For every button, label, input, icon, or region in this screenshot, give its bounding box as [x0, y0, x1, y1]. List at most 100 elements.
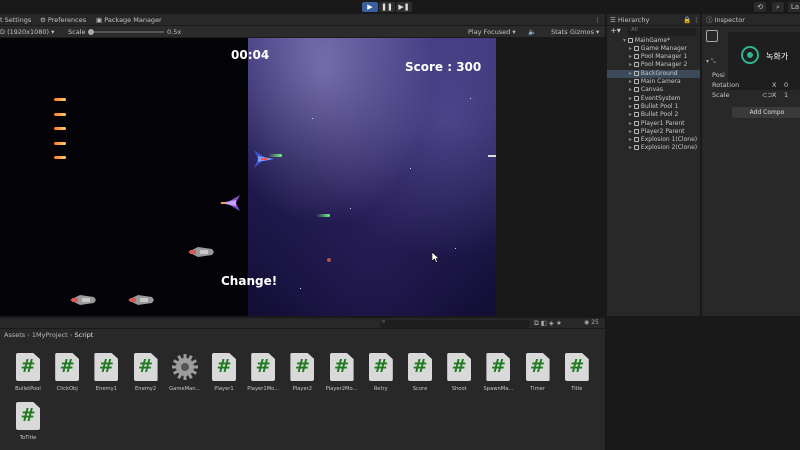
project-panel: ⌕ ⧉ ◧ ◈ ★ ◉ 25 Assets › 1MyProject › Scr… [0, 318, 605, 450]
rotation-x-field[interactable]: 0 [784, 81, 788, 89]
asset-item[interactable]: # ToTitle [10, 402, 46, 450]
asset-item[interactable]: # Player1Mo... [245, 353, 281, 405]
scale-label: Scale [712, 91, 730, 99]
asset-item[interactable]: # Shoot [441, 353, 477, 405]
csharp-script-icon: # [329, 353, 354, 381]
breadcrumb-myproject[interactable]: 1MyProject [32, 331, 68, 339]
asset-label: Enemy1 [95, 386, 117, 392]
breadcrumb-script[interactable]: Script [75, 331, 94, 339]
asset-item[interactable]: # Enemy2 [128, 353, 164, 405]
hierarchy-panel: ☰ Hierarchy 🔒 ⋮ +▾ All ▾ MainGame* ▸ Game… [607, 14, 700, 316]
asset-label: Title [571, 386, 583, 392]
asset-item[interactable]: # Player1 [206, 353, 242, 405]
hash-glyph: # [59, 356, 75, 377]
asset-item[interactable]: # Player2Mo... [324, 353, 360, 405]
hierarchy-item[interactable]: ▸ BackGround [607, 69, 700, 78]
project-search-input[interactable]: ⌕ [380, 318, 530, 328]
asset-item[interactable]: # Player2 [284, 353, 320, 405]
asset-item[interactable]: # BulletPool [10, 353, 46, 405]
breadcrumb-assets[interactable]: Assets [4, 331, 25, 339]
hierarchy-item[interactable]: ▸ Pool Manager 1 [607, 53, 700, 61]
asset-label: Player2 [292, 386, 313, 392]
csharp-script-icon: # [564, 353, 589, 381]
hierarchy-item-label: Bullet Pool 2 [640, 111, 679, 119]
tab-package-manager[interactable]: ▣ Package Manager [96, 14, 162, 26]
hierarchy-item[interactable]: ▸ Explosion 2(Clone) [607, 144, 700, 152]
filter-icons[interactable]: ⧉ ◧ ◈ ★ [534, 319, 562, 328]
add-component-button[interactable]: Add Compo [732, 107, 800, 118]
breadcrumb: Assets › 1MyProject › Script [0, 329, 605, 341]
hash-glyph: # [412, 356, 428, 377]
asset-item[interactable]: # Retry [363, 353, 399, 405]
hierarchy-item[interactable]: ▸ Bullet Pool 1 [607, 103, 700, 111]
player-bullet [316, 214, 330, 217]
scale-slider-handle[interactable] [88, 29, 94, 35]
hierarchy-item[interactable]: ▸ Main Camera [607, 78, 700, 86]
hierarchy-item[interactable]: ▾ MainGame* [607, 37, 700, 45]
panel-menu-icon[interactable]: ⋮ [693, 14, 700, 26]
red-planet [327, 258, 331, 262]
play-button[interactable]: ▶ [362, 2, 378, 12]
step-button[interactable]: ▶❚ [396, 2, 412, 12]
player-ship-blue [254, 150, 274, 168]
hierarchy-search-input[interactable]: All [627, 27, 697, 36]
info-icon: ⓘ [706, 16, 713, 24]
hierarchy-item[interactable]: ▸ Explosion 1(Clone) [607, 136, 700, 144]
mouse-cursor-icon [432, 252, 440, 263]
tab-hierarchy[interactable]: ☰ Hierarchy [610, 14, 649, 26]
hierarchy-item-label: Main Camera [640, 78, 681, 85]
game-view-bar: D (1920x1080) ▾ Scale 0.5x Play Focused … [0, 26, 605, 38]
hierarchy-item[interactable]: ▸ Bullet Pool 2 [607, 111, 700, 119]
asset-item[interactable]: GameMan... [167, 353, 203, 405]
add-object-button[interactable]: +▾ [610, 26, 621, 35]
asset-item[interactable]: # SpawnMa... [480, 353, 516, 405]
position-label: Posi [712, 71, 725, 79]
asset-item[interactable]: # Enemy1 [88, 353, 124, 405]
gameobject-icon [627, 37, 633, 43]
enemy-bullet [54, 113, 66, 116]
scale-slider[interactable] [88, 31, 164, 33]
asset-item[interactable]: # Timer [520, 353, 556, 405]
panel-menu-icon[interactable]: ⋮ [594, 14, 601, 26]
hierarchy-item[interactable]: ▸ Canvas [607, 86, 700, 94]
hierarchy-item[interactable]: ▸ EventSystem [607, 95, 700, 103]
play-focused-dropdown[interactable]: Play Focused ▾ [468, 26, 516, 38]
pause-button[interactable]: ❚❚ [379, 2, 395, 12]
hierarchy-item[interactable]: ▸ Game Manager [607, 45, 700, 53]
audio-icon[interactable]: 🔈 [528, 26, 536, 38]
hierarchy-item[interactable]: ▸ Pool Manager 2 [607, 61, 700, 69]
lock-icon[interactable]: 🔒 [683, 14, 691, 26]
gameobject-icon [633, 62, 639, 68]
asset-label: Shoot [451, 386, 467, 392]
tab-inspector[interactable]: ⓘ Inspector [706, 14, 745, 26]
resolution-label: D (1920x1080) [0, 28, 50, 36]
stats-button[interactable]: Stats [551, 26, 568, 38]
resolution-dropdown[interactable]: D (1920x1080) ▾ [0, 26, 54, 38]
gameobject-cube-icon [706, 30, 718, 42]
asset-label: ClickObj [56, 386, 78, 392]
list-icon: ☰ [610, 16, 616, 24]
hierarchy-item-label: Pool Manager 2 [640, 61, 688, 69]
inspector-tab-bar: ⓘ Inspector [702, 14, 800, 26]
asset-item[interactable]: # Title [559, 353, 595, 405]
gizmos-dropdown[interactable]: Gizmos ▾ [570, 26, 599, 38]
game-viewport[interactable]: 00:04 Score : 300 Change! [0, 38, 496, 316]
gameobject-icon [633, 87, 639, 93]
asset-item[interactable]: # Score [402, 353, 438, 405]
tab-preferences[interactable]: ⚙ Preferences [40, 14, 86, 26]
scale-value: 0.5x [167, 28, 182, 36]
tab-project-settings[interactable]: t Settings [0, 14, 31, 26]
search-icon[interactable]: ⌕ [772, 2, 784, 12]
scale-x-field[interactable]: 1 [784, 91, 788, 99]
search-icon: ⌕ [382, 318, 386, 325]
layers-dropdown[interactable]: La [788, 2, 800, 12]
score-text: Score : 300 [405, 60, 482, 74]
csharp-script-icon: # [94, 353, 119, 381]
history-icon[interactable]: ⟲ [754, 2, 766, 12]
asset-item[interactable]: # ClickObj [49, 353, 85, 405]
hierarchy-item[interactable]: ▸ Player2 Parent [607, 128, 700, 136]
hierarchy-item-label: Player1 Parent [640, 119, 685, 127]
hierarchy-item[interactable]: ▸ Player1 Parent [607, 120, 700, 128]
asset-label: Timer [530, 386, 545, 392]
hierarchy-item-label: Bullet Pool 1 [640, 102, 679, 110]
